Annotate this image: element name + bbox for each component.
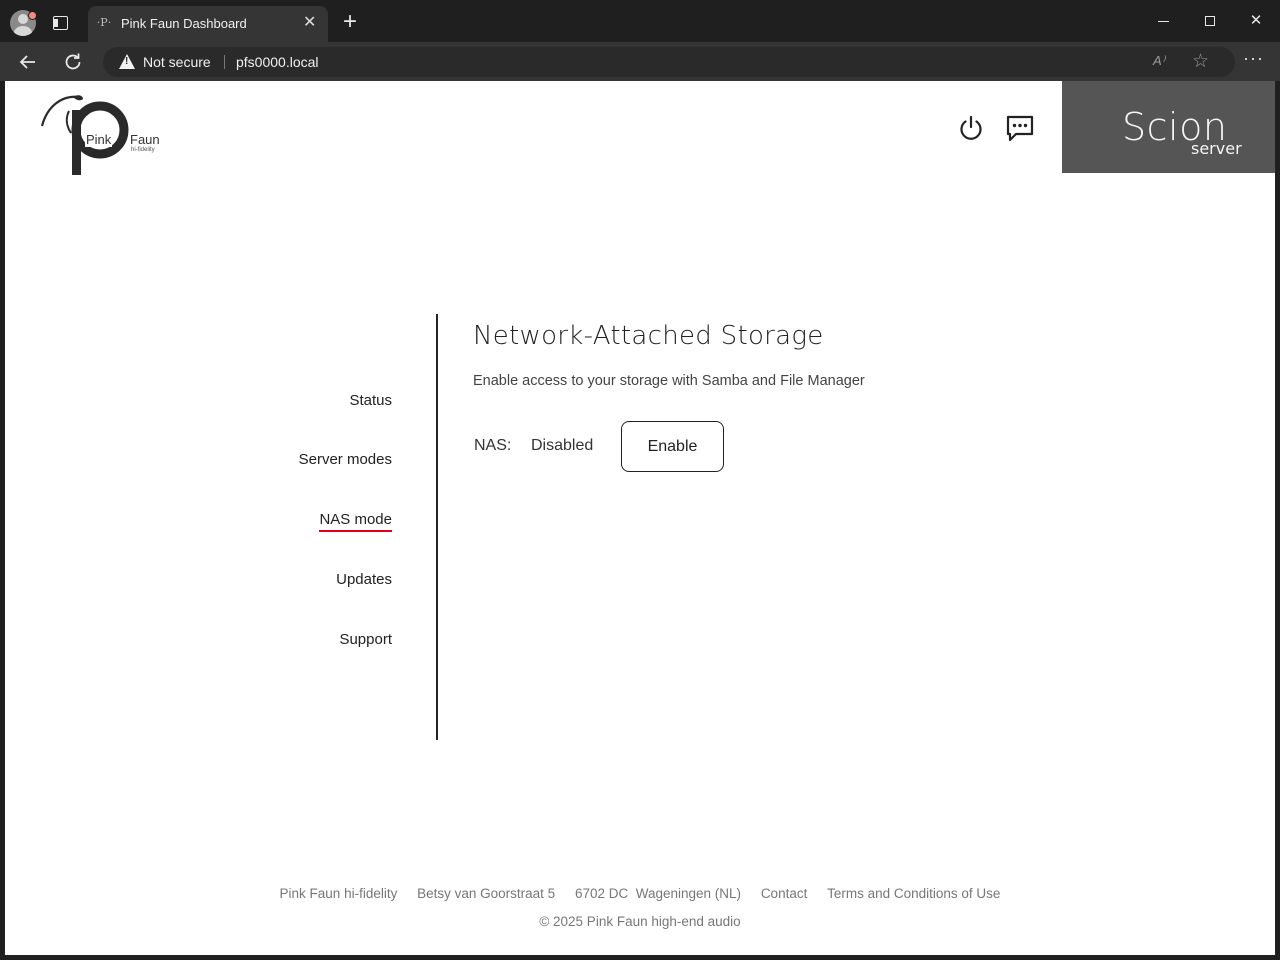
sidebar-divider [436,314,438,740]
security-status[interactable]: Not secure [143,54,211,70]
browser-toolbar: ! Not secure pfs0000.local A⁾ ☆ ··· [0,42,1280,81]
sidebar-item-updates[interactable]: Updates [336,571,392,588]
browser-tab[interactable]: ·P· Pink Faun Dashboard ✕ [88,6,328,42]
footer-copyright: © 2025 Pink Faun high-end audio [539,914,741,929]
product-type: server [1191,139,1242,158]
tab-actions-icon[interactable] [53,16,68,30]
logo-tagline: hi-fidelity [131,147,155,153]
url-text[interactable]: pfs0000.local [236,54,319,70]
footer-company: Pink Faun hi-fidelity [279,886,398,901]
close-window-button[interactable]: ✕ [1244,10,1268,32]
product-brand-box: Scion server [1062,81,1275,173]
sidebar-item-support[interactable]: Support [339,631,392,648]
new-tab-button[interactable]: + [339,10,361,34]
address-separator [224,55,225,69]
sidebar-nav: Status Server modes NAS mode Updates Sup… [235,314,395,740]
chat-icon[interactable] [1005,113,1035,143]
warning-mark: ! [125,56,129,67]
address-bar[interactable]: ! Not secure pfs0000.local A⁾ ☆ [103,47,1235,77]
footer-street: Betsy van Goorstraat 5 [417,886,556,901]
maximize-button[interactable] [1198,10,1222,32]
tab-title: Pink Faun Dashboard [121,16,247,31]
minimize-icon [1158,21,1169,22]
browser-titlebar: ·P· Pink Faun Dashboard ✕ + ✕ [0,0,1280,42]
page-description: Enable access to your storage with Samba… [473,373,865,389]
sidebar-item-status[interactable]: Status [349,392,392,409]
nas-status: Disabled [531,437,594,454]
logo-pink-text: Pink [85,132,113,147]
favicon-icon: ·P· [96,16,112,29]
page-title: Network-Attached Storage [473,321,824,351]
enable-nas-button[interactable]: Enable [621,421,724,472]
footer-city: 6702 DC Wageningen (NL) [574,886,742,901]
sidebar-item-server-modes[interactable]: Server modes [299,451,392,468]
more-icon[interactable]: ··· [1243,48,1264,69]
tab-close-icon[interactable]: ✕ [303,14,316,32]
minimize-button[interactable] [1152,10,1176,32]
footer-terms-link[interactable]: Terms and Conditions of Use [827,886,1000,901]
power-icon[interactable] [956,113,986,143]
page-viewport: Pink Faun hi-fidelity Scion server Statu… [5,81,1275,955]
refresh-icon[interactable] [61,50,85,74]
sidebar-item-nas-mode[interactable]: NAS mode [319,511,392,532]
read-aloud-icon[interactable]: A⁾ [1153,53,1165,69]
favorite-star-icon[interactable]: ☆ [1192,50,1209,73]
profile-notification-dot [28,11,37,20]
logo-faun-text: Faun [130,132,160,147]
maximize-icon [1205,16,1215,26]
page-footer: Pink Faun hi-fidelity Betsy van Goorstra… [5,886,1275,929]
nas-label: NAS: [474,437,512,454]
footer-contact-link[interactable]: Contact [761,886,808,901]
back-icon[interactable] [16,50,40,74]
pink-faun-logo[interactable]: Pink Faun hi-fidelity [39,93,179,179]
window-bottom-edge [0,955,1280,960]
